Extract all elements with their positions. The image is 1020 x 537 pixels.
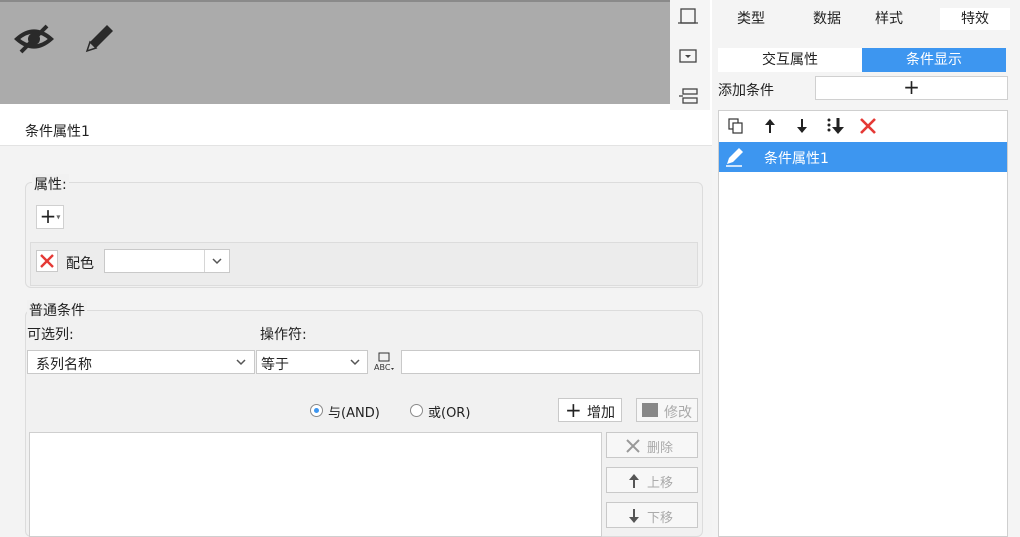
or-radio-label: 或(OR) — [428, 406, 471, 421]
pencil-icon[interactable] — [80, 18, 120, 58]
move-up-button-label: 上移 — [647, 476, 674, 491]
segment-conditional-display[interactable]: 条件显示 — [862, 48, 1006, 72]
move-up-button[interactable]: 上移 — [606, 467, 698, 493]
condition-item-label: 条件属性1 — [764, 151, 829, 167]
arrow-down-icon[interactable] — [792, 116, 812, 136]
condition-expression-area[interactable] — [29, 432, 602, 537]
close-icon — [626, 439, 640, 453]
modify-icon — [642, 403, 658, 417]
radio-dot — [314, 408, 319, 413]
copy-icon[interactable] — [726, 116, 746, 136]
arrow-down-icon — [629, 509, 639, 523]
add-button-label: 增加 — [587, 405, 615, 421]
move-to-bottom-icon[interactable] — [824, 116, 846, 136]
plus-icon: + — [565, 398, 582, 422]
svg-text:ABC: ABC — [374, 363, 391, 372]
operator-label: 操作符: — [260, 327, 307, 343]
tab-effects[interactable]: 特效 — [940, 8, 1010, 30]
modify-button[interactable]: 修改 — [636, 398, 698, 422]
attribute-name: 配色 — [66, 256, 94, 272]
arrow-up-icon[interactable] — [760, 116, 780, 136]
attribute-group-label: 属性: — [32, 174, 69, 194]
dialog-title-bar — [0, 110, 712, 146]
condition-list-box — [718, 110, 1008, 537]
chevron-down-icon[interactable] — [342, 351, 368, 373]
dialog-title: 条件属性1 — [25, 124, 90, 140]
chevron-down-icon[interactable] — [204, 250, 228, 272]
delete-icon[interactable] — [858, 116, 878, 136]
dropdown-widget-icon[interactable] — [677, 46, 699, 66]
condition-list-item[interactable] — [719, 142, 1007, 172]
and-radio[interactable] — [310, 404, 323, 417]
remove-attribute-icon[interactable] — [36, 250, 58, 272]
delete-button[interactable]: 删除 — [606, 432, 698, 458]
delete-button-label: 删除 — [647, 441, 674, 456]
column-select-value: 系列名称 — [36, 357, 92, 373]
segment-interaction[interactable]: 交互属性 — [718, 48, 862, 72]
and-radio-label: 与(AND) — [328, 406, 380, 421]
add-condition-label: 添加条件 — [718, 83, 774, 99]
column-select[interactable]: 系列名称 — [27, 350, 255, 374]
move-down-button[interactable]: 下移 — [606, 502, 698, 528]
tab-style[interactable]: 样式 — [864, 8, 914, 30]
chevron-down-icon[interactable] — [228, 351, 254, 373]
modify-button-label: 修改 — [664, 405, 692, 421]
add-button[interactable]: + 增加 — [558, 398, 622, 422]
tab-data[interactable]: 数据 — [802, 8, 852, 30]
tab-type[interactable]: 类型 — [726, 8, 776, 30]
edit-item-icon — [722, 145, 746, 169]
or-radio[interactable] — [410, 404, 423, 417]
arrow-up-icon — [629, 474, 639, 488]
layout-widget-icon[interactable] — [677, 86, 699, 106]
formula-abc-icon[interactable]: ABC — [371, 350, 397, 374]
normal-condition-label: 普通条件 — [27, 300, 87, 320]
eye-slash-icon[interactable] — [13, 18, 55, 58]
condition-value-input[interactable] — [401, 350, 700, 374]
frame-icon[interactable] — [677, 6, 699, 26]
add-condition-button[interactable]: + — [815, 76, 1008, 100]
move-down-button-label: 下移 — [647, 511, 674, 526]
optional-column-label: 可选列: — [27, 327, 74, 343]
add-attribute-button[interactable]: +▾ — [36, 205, 64, 229]
operator-select-value: 等于 — [261, 357, 289, 373]
